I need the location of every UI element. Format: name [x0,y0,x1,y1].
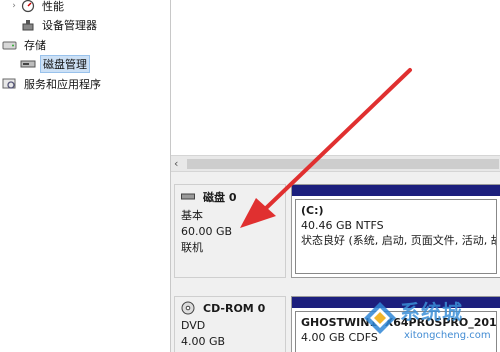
watermark-brand: 系统城 [400,300,463,324]
volume-list-area[interactable] [171,0,500,155]
partition-title: (C:) [301,204,324,217]
partition-c[interactable]: (C:) 40.46 GB NTFS 状态良好 (系统, 启动, 页面文件, 活… [291,184,500,278]
disk-size: 4.00 GB [181,335,226,348]
disk-row-0[interactable]: 磁盘 0 基本 60.00 GB 联机 (C:) 40.46 GB NTFS 状… [174,184,500,278]
partition-size: 40.46 GB NTFS [301,219,384,232]
tree-item-label: 服务和应用程序 [24,78,101,91]
disk-info[interactable]: CD-ROM 0 DVD 4.00 GB [174,296,286,352]
disk-name: CD-ROM 0 [203,301,266,315]
watermark-url: xitongcheng.com [404,330,491,341]
tree-item-label: 性能 [42,0,64,13]
disk-info[interactable]: 磁盘 0 基本 60.00 GB 联机 [174,184,286,278]
disk-management-icon [20,56,36,72]
device-manager-icon [20,17,36,33]
tree-item-disk-management[interactable]: 磁盘管理 [20,54,90,74]
tree-item-label: 存储 [24,39,46,52]
tree-item-performance[interactable]: › 性能 [8,0,66,16]
tree-item-device-manager[interactable]: 设备管理器 [20,15,99,35]
scrollbar-thumb[interactable] [187,159,499,169]
disk-size: 60.00 GB [181,225,233,238]
disk-type: 基本 [181,209,203,222]
tree-item-label: 磁盘管理 [40,55,90,73]
services-icon [2,76,18,92]
disk-type: DVD [181,319,206,332]
disk-status: 联机 [181,241,203,254]
windows-logo-icon [364,302,396,334]
horizontal-scrollbar[interactable]: ‹ [171,155,500,172]
disk-name: 磁盘 0 [203,191,237,204]
partition-health: 状态良好 (系统, 启动, 页面文件, 活动, 故障 [301,234,497,247]
watermark: 系统城 xitongcheng.com [360,296,500,352]
tree-item-storage[interactable]: 存储 [2,35,48,55]
scroll-left-icon[interactable]: ‹ [174,157,178,170]
disk-icon [181,193,195,201]
expand-chevron-icon[interactable]: › [8,1,20,11]
partition-bar [292,185,500,196]
performance-icon [20,0,36,14]
navigation-tree: › 性能 设备管理器 存储 磁盘管理 服务和应用程序 [0,0,170,352]
cdrom-icon [181,301,195,315]
storage-icon [2,37,18,53]
tree-item-services[interactable]: 服务和应用程序 [2,74,103,94]
tree-item-label: 设备管理器 [42,19,97,32]
